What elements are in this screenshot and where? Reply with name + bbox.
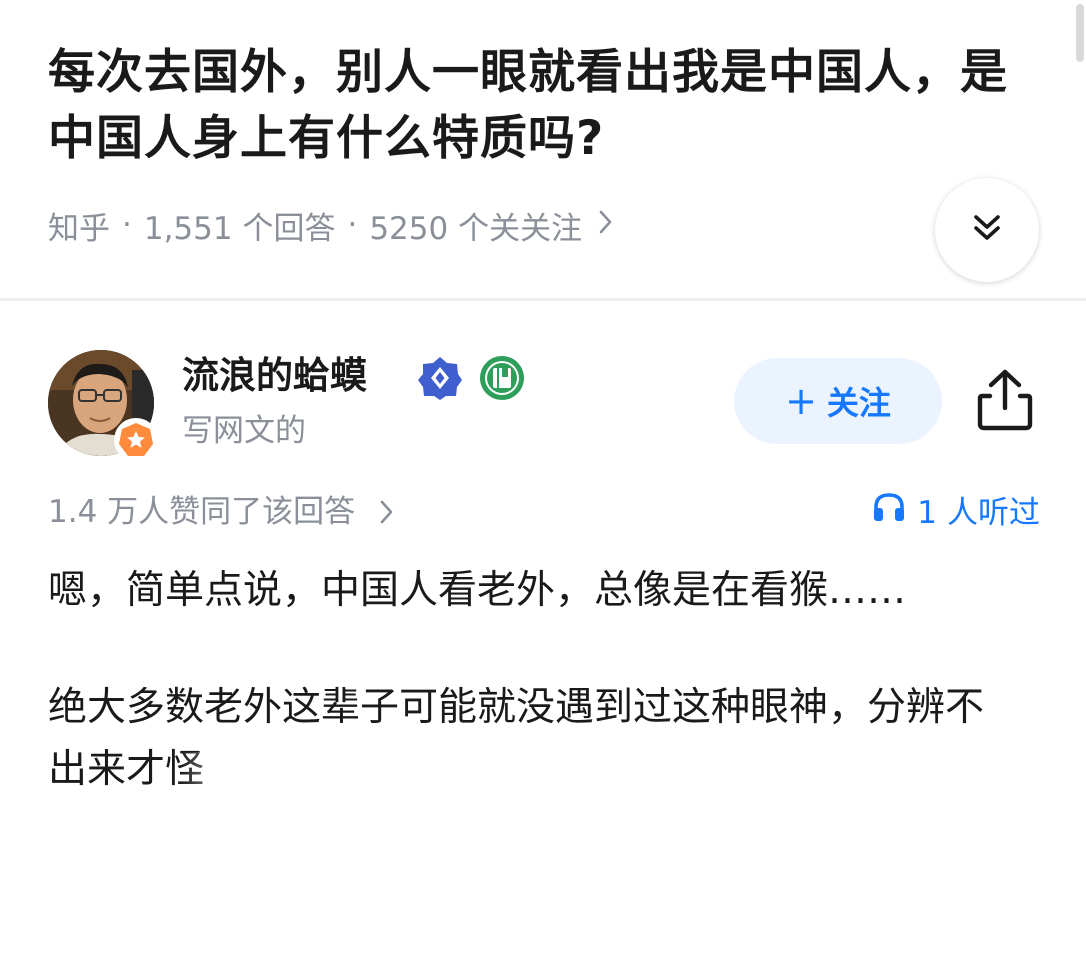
likes-count: 1.4 万人赞同了该回答	[48, 494, 356, 530]
listen-summary[interactable]: 1 人听过	[871, 490, 1040, 536]
plus-icon: +	[785, 379, 817, 423]
answer-body[interactable]: 嗯，简单点说，中国人看老外，总像是在看猴…… 绝大多数老外这辈子可能就没遇到过这…	[48, 560, 1008, 856]
author-description: 写网文的	[182, 413, 306, 449]
follow-button[interactable]: + 关注	[734, 358, 942, 444]
question-title[interactable]: 每次去国外，别人一眼就看出我是中国人，是中国人身上有什么特质吗?	[48, 40, 1008, 172]
answer-stats: 1.4 万人赞同了该回答 1 人听过	[48, 490, 1040, 534]
author-row: 流浪的蛤蟆 写网文的 + 关注	[48, 350, 1048, 462]
question-meta[interactable]: 知乎 · 1,551 个回答 · 5250 个关关注	[48, 202, 614, 248]
section-divider	[0, 298, 1086, 301]
scrollbar[interactable]	[1076, 4, 1084, 62]
listen-count: 1	[917, 495, 937, 531]
author-name[interactable]: 流浪的蛤蟆	[182, 350, 367, 402]
diamond-badge-icon[interactable]	[416, 354, 464, 406]
listen-suffix: 人听过	[947, 495, 1040, 531]
text-fade-overlay	[180, 751, 261, 792]
separator-dot: ·	[122, 207, 132, 243]
chevron-right-icon	[379, 494, 395, 530]
answer-paragraph: 嗯，简单点说，中国人看老外，总像是在看猴……	[48, 568, 907, 613]
follow-label: 关注	[826, 384, 891, 422]
answer-paragraph-last: 绝大多数老外这辈子可能就没遇到过这种眼神，分辨不出来才怪	[48, 677, 1008, 801]
follow-count: 5250 个关关注	[369, 210, 583, 247]
headphones-icon	[871, 490, 907, 536]
source-label: 知乎	[48, 210, 110, 247]
chevron-double-down-icon	[970, 211, 1004, 249]
separator-dot: ·	[347, 207, 358, 243]
share-icon[interactable]	[976, 368, 1034, 436]
book-badge-icon[interactable]	[478, 354, 526, 406]
likes-summary[interactable]: 1.4 万人赞同了该回答	[48, 490, 395, 534]
answer-count: 1,551 个回答	[143, 210, 336, 247]
expand-question-button[interactable]	[935, 178, 1039, 282]
question-header: 每次去国外，别人一眼就看出我是中国人，是中国人身上有什么特质吗?	[48, 40, 1008, 172]
star-badge-icon	[114, 418, 158, 462]
chevron-right-icon	[598, 208, 614, 243]
